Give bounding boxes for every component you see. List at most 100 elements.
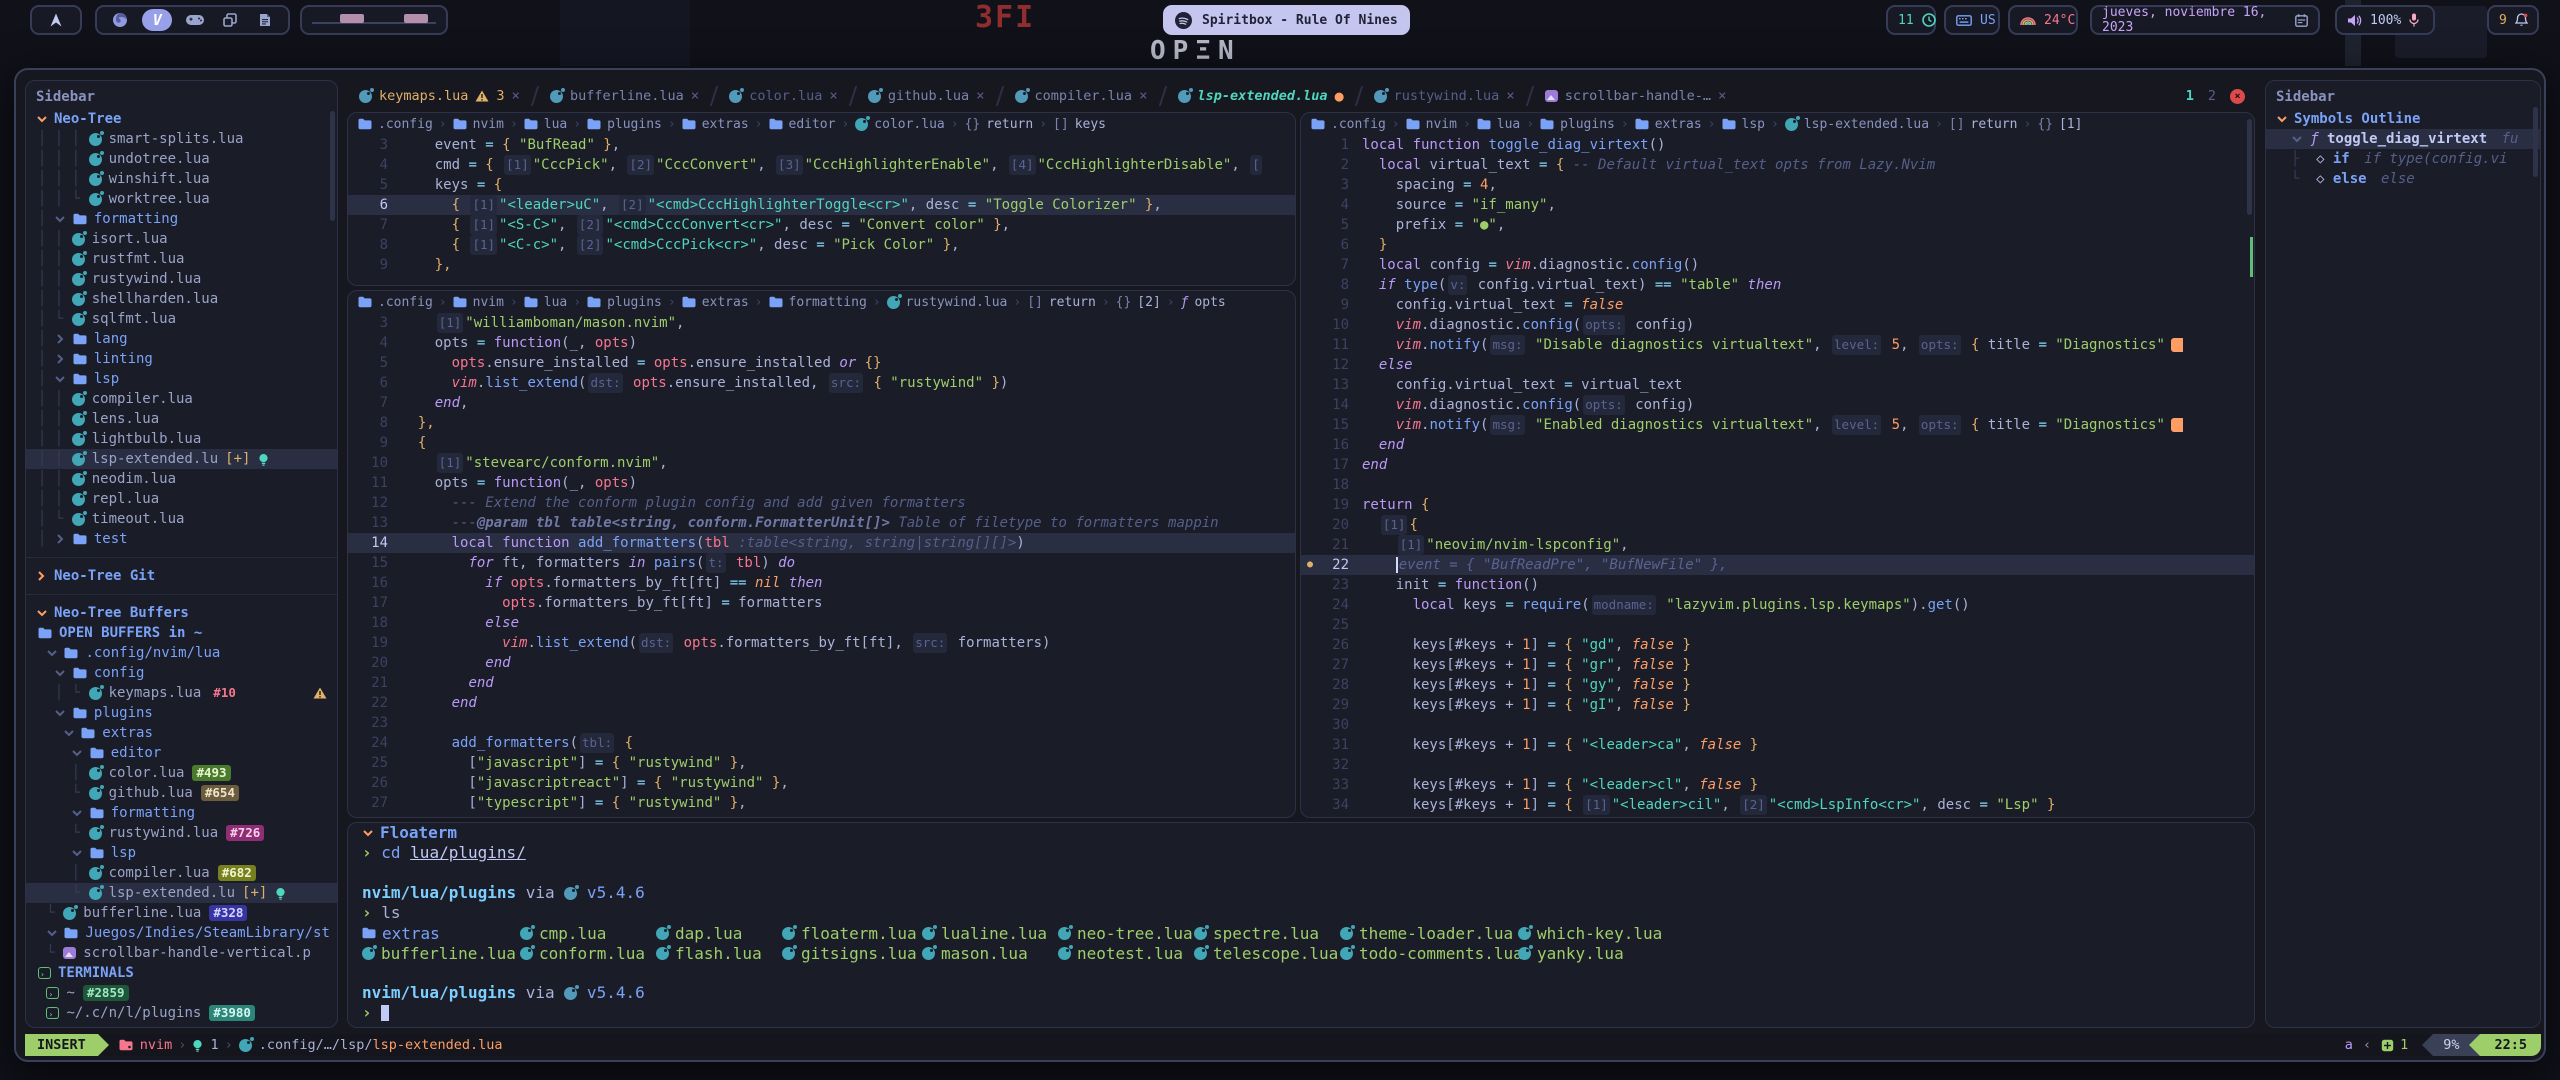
- tree-item[interactable]: │ │ isort.lua: [26, 229, 337, 249]
- tree-item[interactable]: │ │ │ undotree.lua: [26, 149, 337, 169]
- workspace-windows-icon[interactable]: [217, 13, 243, 27]
- code-line[interactable]: 15 vim.notify(msg: "Enabled diagnostics …: [1301, 415, 2254, 435]
- tree-item[interactable]: └ lsp-extended.lu[+]: [26, 883, 337, 903]
- chevron-down-icon[interactable]: [55, 376, 66, 383]
- code-line[interactable]: 5 opts.ensure_installed = opts.ensure_in…: [348, 353, 1295, 373]
- code-line[interactable]: 10 vim.diagnostic.config(opts: config): [1301, 315, 2254, 335]
- tab-compiler-lua[interactable]: compiler.lua×: [1003, 82, 1160, 110]
- outline-item[interactable]: ├ ◇if if type(config.vi: [2266, 149, 2540, 169]
- tab-rustywind-lua[interactable]: rustywind.lua×: [1362, 82, 1527, 110]
- tree-item[interactable]: │ └ keymaps.lua#10: [26, 683, 337, 703]
- section-header-buffers[interactable]: Neo-Tree Buffers: [26, 603, 337, 623]
- code-line[interactable]: 18: [1301, 475, 2254, 495]
- tree-item[interactable]: │ compiler.lua#682: [26, 863, 337, 883]
- tabpage-other[interactable]: 2: [2208, 88, 2216, 104]
- tree-item[interactable]: formatting: [26, 803, 337, 823]
- code-line[interactable]: 6 { [1]"<leader>uC", [2]"<cmd>CccHighlig…: [348, 195, 1295, 215]
- code-line[interactable]: 3 [1]"williamboman/mason.nvim",: [348, 313, 1295, 333]
- workspace-switcher[interactable]: V: [95, 5, 290, 35]
- tree-item[interactable]: │ └ timeout.lua: [26, 509, 337, 529]
- chevron-down-icon[interactable]: [72, 750, 83, 757]
- sidebar-scrollbar[interactable]: [330, 111, 335, 221]
- tree-item[interactable]: OPEN BUFFERS in ~: [26, 623, 337, 643]
- tree-item[interactable]: │ │ lsp-extended.lu[+]: [26, 449, 337, 469]
- symbols-outline-sidebar[interactable]: Sidebar Symbols Outline ƒtoggle_diag_vir…: [2265, 80, 2541, 1028]
- keyboard-layout-widget[interactable]: US: [1944, 5, 2000, 35]
- pane-scrollbar[interactable]: [2247, 119, 2252, 215]
- code-line[interactable]: 21 end: [348, 673, 1295, 693]
- code-line[interactable]: 9 {: [348, 433, 1295, 453]
- code-line[interactable]: 5 prefix = "●",: [1301, 215, 2254, 235]
- tree-item[interactable]: │ color.lua#493: [26, 763, 337, 783]
- code-line[interactable]: 17 opts.formatters_by_ft[ft] = formatter…: [348, 593, 1295, 613]
- editor-pane-lsp-extended[interactable]: .config›nvim›lua›plugins›extras›lsp›lsp-…: [1300, 112, 2255, 818]
- tree-item[interactable]: └ bufferline.lua#328: [26, 903, 337, 923]
- chevron-down-icon[interactable]: [63, 730, 74, 737]
- chevron-down-icon[interactable]: [72, 810, 83, 817]
- code-line[interactable]: 28 keys[#keys + 1] = { "gy", false }: [1301, 675, 2254, 695]
- code-line[interactable]: 11 opts = function(_, opts): [348, 473, 1295, 493]
- code-line[interactable]: 26 ["javascriptreact"] = { "rustywind" }…: [348, 773, 1295, 793]
- tree-item[interactable]: │ linting: [26, 349, 337, 369]
- tab-github-lua[interactable]: github.lua×: [856, 82, 997, 110]
- tree-item[interactable]: │ │ neodim.lua: [26, 469, 337, 489]
- code-line[interactable]: 11 vim.notify(msg: "Disable diagnostics …: [1301, 335, 2254, 355]
- code-line[interactable]: 23: [348, 713, 1295, 733]
- chevron-down-icon[interactable]: [36, 610, 47, 617]
- chevron-right-icon[interactable]: [55, 534, 66, 544]
- tab-close-icon[interactable]: ×: [829, 88, 837, 104]
- chevron-right-icon[interactable]: [55, 334, 66, 344]
- tab-color-lua[interactable]: color.lua×: [717, 82, 850, 110]
- code-line[interactable]: 24 local keys = require(modname: "lazyvi…: [1301, 595, 2254, 615]
- code-line[interactable]: 33 keys[#keys + 1] = { "<leader>cl", fal…: [1301, 775, 2254, 795]
- tree-item[interactable]: │ │ │ winshift.lua: [26, 169, 337, 189]
- chevron-down-icon[interactable]: [46, 930, 57, 937]
- tree-item[interactable]: │ │ repl.lua: [26, 489, 337, 509]
- tab-close-icon[interactable]: ×: [1718, 88, 1726, 104]
- tree-item[interactable]: config: [26, 663, 337, 683]
- code-line[interactable]: 4 source = "if_many",: [1301, 195, 2254, 215]
- system-graph-widget[interactable]: [300, 5, 448, 35]
- tree-item[interactable]: editor: [26, 743, 337, 763]
- code-line[interactable]: 12 --- Extend the conform plugin config …: [348, 493, 1295, 513]
- tree-item[interactable]: │ formatting: [26, 209, 337, 229]
- code-line[interactable]: 29 keys[#keys + 1] = { "gI", false }: [1301, 695, 2254, 715]
- workspace-game-icon[interactable]: [182, 14, 208, 26]
- code-line[interactable]: 25 ["javascript"] = { "rustywind" },: [348, 753, 1295, 773]
- code-line[interactable]: 3 event = { "BufRead" },: [348, 135, 1295, 155]
- code-line[interactable]: 8 if type(v: config.virtual_text) == "ta…: [1301, 275, 2254, 295]
- tree-item[interactable]: │ test: [26, 529, 337, 549]
- tree-item[interactable]: ~#2859: [26, 983, 337, 1003]
- code-line[interactable]: 15 for ft, formatters in pairs(t: tbl) d…: [348, 553, 1295, 573]
- code-line[interactable]: 6 vim.list_extend(dst: opts.ensure_insta…: [348, 373, 1295, 393]
- tree-item[interactable]: └ github.lua#654: [26, 783, 337, 803]
- code-line[interactable]: 21 [1]"neovim/nvim-lspconfig",: [1301, 535, 2254, 555]
- code-line[interactable]: 25: [1301, 615, 2254, 635]
- code-line[interactable]: 3 spacing = 4,: [1301, 175, 2254, 195]
- code-line[interactable]: 13 ---@param tbl table<string, conform.F…: [348, 513, 1295, 533]
- tab-lsp-extended-lua[interactable]: lsp-extended.lua●: [1166, 82, 1356, 110]
- section-header-git[interactable]: Neo-Tree Git: [26, 566, 337, 586]
- code-line[interactable]: 34 keys[#keys + 1] = { [1]"<leader>cil",…: [1301, 795, 2254, 815]
- code-line[interactable]: 19return {: [1301, 495, 2254, 515]
- tree-item[interactable]: │ │ shellharden.lua: [26, 289, 337, 309]
- chevron-down-icon[interactable]: [55, 710, 66, 717]
- code-line[interactable]: 18 else: [348, 613, 1295, 633]
- tab-scrollbar-handle-[interactable]: scrollbar-handle-…×: [1533, 82, 1739, 110]
- code-line[interactable]: 20 end: [348, 653, 1295, 673]
- tree-item[interactable]: TERMINALS: [26, 963, 337, 983]
- tree-item[interactable]: │ │ lens.lua: [26, 409, 337, 429]
- tree-item[interactable]: │ lsp: [26, 369, 337, 389]
- tab-close-icon[interactable]: ×: [691, 88, 699, 104]
- code-line[interactable]: 27 keys[#keys + 1] = { "gr", false }: [1301, 655, 2254, 675]
- launcher-button[interactable]: [30, 5, 82, 35]
- code-line[interactable]: 10 [1]"stevearc/conform.nvim",: [348, 453, 1295, 473]
- notifications-widget[interactable]: 9: [2487, 5, 2539, 35]
- tree-item[interactable]: │ lang: [26, 329, 337, 349]
- editor-pane-rustywind[interactable]: .config›nvim›lua›plugins›extras›formatti…: [347, 290, 1296, 818]
- code-line[interactable]: 22 end: [348, 693, 1295, 713]
- code-line[interactable]: 16 end: [1301, 435, 2254, 455]
- code-line[interactable]: ●22 event = { "BufReadPre", "BufNewFile"…: [1301, 555, 2254, 575]
- code-line[interactable]: 32: [1301, 755, 2254, 775]
- tree-item[interactable]: │ │ rustfmt.lua: [26, 249, 337, 269]
